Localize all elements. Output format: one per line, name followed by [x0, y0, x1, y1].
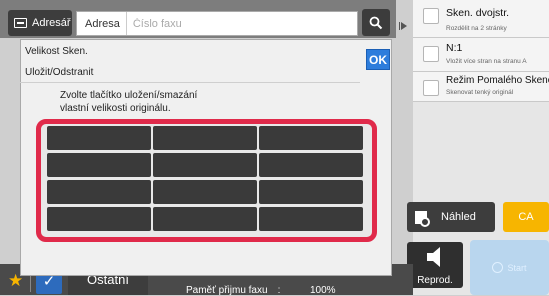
option-title: Sken. dvojstr. — [446, 7, 510, 19]
panel-toggle-icon[interactable] — [401, 22, 407, 30]
preview-label: Náhled — [441, 211, 476, 223]
panel-toggle-bar — [399, 22, 400, 30]
fax-memory-value: 100% — [310, 285, 336, 296]
address-field[interactable]: Adresa — [76, 11, 358, 36]
dialog-title: Velikost Sken. — [25, 46, 88, 57]
custom-size-button[interactable] — [153, 180, 257, 204]
custom-size-button[interactable] — [153, 126, 257, 150]
custom-size-button[interactable] — [259, 153, 363, 177]
instruction-line: Zvolte tlačítko uložení/smazání — [60, 90, 198, 101]
search-button[interactable] — [362, 9, 390, 36]
start-icon — [492, 262, 504, 273]
checkbox[interactable] — [423, 80, 439, 96]
start-label: Start — [507, 262, 527, 273]
option-title: N:1 — [446, 42, 463, 54]
option-n-up[interactable]: N:1 Vložit více stran na stranu A — [413, 38, 549, 72]
search-icon — [369, 16, 383, 29]
custom-size-button[interactable] — [259, 207, 363, 231]
dialog-subtitle: Uložit/Odstranit — [25, 67, 94, 78]
custom-size-button[interactable] — [259, 180, 363, 204]
preview-button[interactable]: Náhled — [407, 202, 495, 232]
ok-button[interactable]: OK — [366, 49, 390, 70]
address-book-icon — [14, 18, 27, 28]
option-title: Režim Pomalého Skenování — [446, 75, 549, 86]
custom-size-button[interactable] — [47, 126, 151, 150]
speaker-icon — [427, 247, 440, 267]
custom-size-button[interactable] — [259, 126, 363, 150]
option-duplex-scan[interactable]: Sken. dvojstr. Rozdělit na 2 stránky — [413, 0, 549, 38]
instruction-line: vlastní velikosti originálu. — [60, 103, 171, 114]
address-book-button[interactable]: Adresář — [8, 10, 72, 36]
preview-icon — [415, 210, 430, 227]
fax-memory-label: Paměť přijmu faxu: — [186, 285, 280, 296]
fax-number-input[interactable] — [126, 17, 327, 30]
checkbox[interactable] — [423, 46, 439, 62]
custom-size-button[interactable] — [153, 153, 257, 177]
option-slow-scan[interactable]: Režim Pomalého Skenování Skenovat tenký … — [413, 72, 549, 102]
option-desc: Vložit více stran na stranu A — [446, 58, 527, 65]
fax-memory-sep: : — [277, 285, 281, 296]
dialog-instruction: Zvolte tlačítko uložení/smazání vlastní … — [60, 89, 360, 115]
dialog-divider — [20, 82, 360, 83]
checkbox[interactable] — [423, 8, 439, 24]
address-book-label: Adresář — [32, 17, 71, 29]
start-button[interactable]: Start — [470, 240, 549, 295]
custom-size-button[interactable] — [153, 207, 257, 231]
custom-size-button[interactable] — [47, 180, 151, 204]
custom-size-button[interactable] — [47, 207, 151, 231]
custom-size-button[interactable] — [47, 153, 151, 177]
option-desc: Rozdělit na 2 stránky — [446, 25, 507, 32]
clear-all-button[interactable]: CA — [503, 202, 549, 232]
address-label: Adresa — [77, 12, 127, 35]
fax-memory-text: Paměť přijmu faxu — [186, 285, 268, 296]
speaker-label: Reprod. — [417, 275, 453, 286]
option-desc: Skenovat tenký originál — [446, 89, 514, 96]
